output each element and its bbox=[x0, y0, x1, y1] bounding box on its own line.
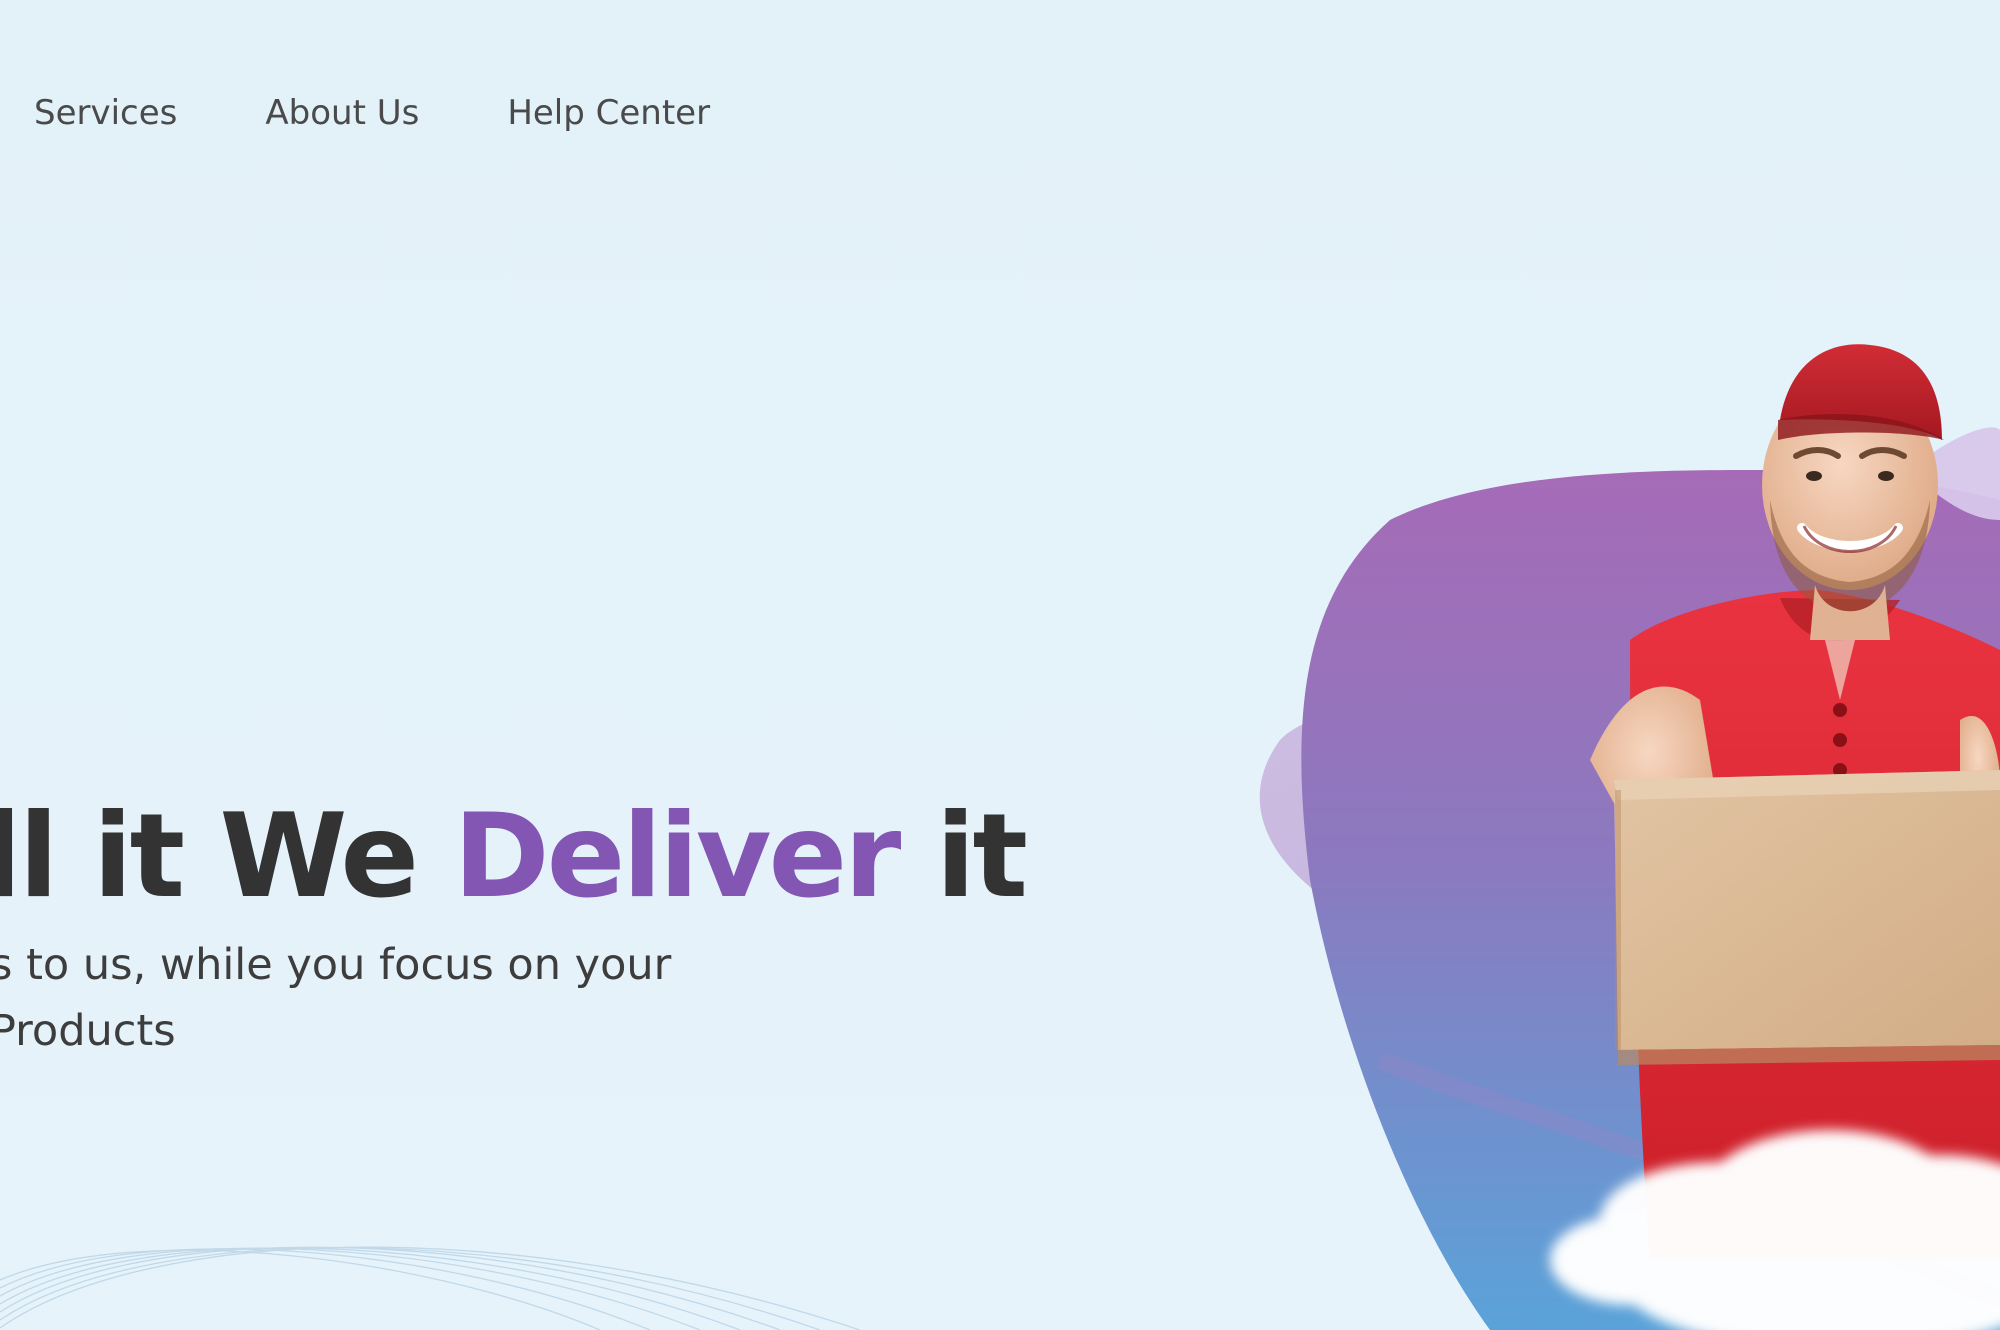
nav-link-about-us[interactable]: About Us bbox=[265, 88, 419, 138]
hero-headline: ll it We Deliver it bbox=[0, 786, 1028, 928]
wave-lines-decoration bbox=[0, 1246, 860, 1330]
subtext-line-2: Products bbox=[0, 1006, 176, 1056]
nav-link-services[interactable]: Services bbox=[34, 88, 177, 138]
headline-end: it bbox=[898, 789, 1028, 924]
delivery-man-image bbox=[1550, 344, 2000, 1330]
hero-subtext: s to us, while you focus on your Product… bbox=[0, 932, 1025, 1064]
subtext-line-1: s to us, while you focus on your bbox=[0, 940, 672, 990]
nav-link-help-center[interactable]: Help Center bbox=[507, 88, 710, 138]
headline-text: ll it We bbox=[0, 789, 454, 924]
headline-accent: Deliver bbox=[453, 789, 901, 924]
landing-page: Services About Us Help Center ll it We D… bbox=[0, 0, 2000, 1330]
hero-copy: ll it We Deliver it s to us, while you f… bbox=[0, 786, 1028, 1064]
top-navigation: Services About Us Help Center bbox=[34, 88, 710, 138]
